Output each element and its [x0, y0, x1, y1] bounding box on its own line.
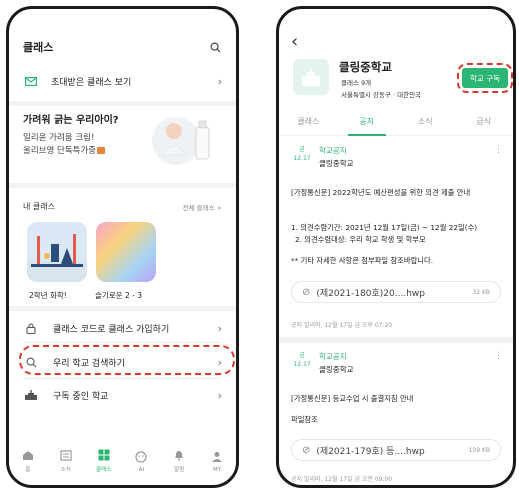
search-icon[interactable] [208, 40, 222, 54]
gift-icon [97, 147, 106, 154]
more-options-icon[interactable]: ⋮ [494, 145, 503, 155]
grid-icon [97, 448, 111, 462]
banner-image [152, 111, 214, 167]
class-card-seulgi[interactable] [96, 222, 156, 282]
subscribe-button[interactable]: 학교 구독 [462, 68, 508, 88]
post-note: ** 기타 자세한 사항은 첨부파일 참조바랍니다. [291, 256, 434, 265]
attachment-file[interactable]: ⊘ (제2021-179호) 등....hwp 109 KB [291, 439, 501, 461]
chevron-right-icon: › [217, 321, 222, 335]
highlight-search-school [19, 345, 235, 375]
divider [23, 342, 222, 343]
file-name: (제2021-180호)20....hwp [316, 288, 425, 299]
paperclip-icon: ⊘ [302, 286, 311, 298]
home-icon [21, 448, 35, 462]
school-building-icon [302, 68, 320, 86]
tab-home[interactable]: 홈 [14, 448, 42, 473]
section-separator [9, 306, 236, 311]
my-classes-header: 내 클래스 전체 클래스 > [23, 201, 222, 212]
tab-class[interactable]: 클래스 [90, 448, 118, 473]
post-header: 금 12.17 학교공지 클링중학교 [291, 351, 354, 375]
lock-icon [23, 322, 39, 334]
class-card-label: 2학년 화학! [29, 291, 67, 300]
subscribed-schools-label: 구독 중인 학교 [53, 391, 109, 402]
left-phone-frame: 클래스 초대받은 클래스 보기 › 가려워 긁는 우리아이? 일리윤 가려움 크… [6, 6, 239, 488]
post-date: 금 12.17 [293, 352, 311, 368]
file-size: 109 KB [468, 446, 490, 454]
divider [23, 378, 222, 379]
school-name: 클링중학교 [339, 60, 392, 74]
post-title: [가정통신문] 등교수업 시 출결지침 안내 [291, 394, 414, 403]
invited-classes-label: 초대받은 클래스 보기 [51, 77, 132, 88]
all-classes-link[interactable]: 전체 클래스 > [183, 202, 222, 212]
tab-ai[interactable]: AI [127, 450, 155, 473]
post-category: 학교공지 [319, 146, 347, 155]
my-classes-heading: 내 클래스 [23, 202, 55, 211]
file-size: 32 KB [472, 288, 490, 296]
join-by-code-row[interactable]: 클래스 코드로 클래스 가입하기 › [23, 317, 222, 339]
post-school: 클링중학교 [319, 365, 354, 374]
tab-news[interactable]: 소식 [52, 448, 80, 473]
tab-notice[interactable]: 공지 [342, 113, 392, 136]
section-separator [9, 183, 236, 188]
post-line: 1. 의견수렴기간: 2021년 12월 17일(금) ~ 12월 22일(수) [291, 223, 478, 232]
ai-icon [134, 450, 148, 464]
right-phone-frame: ‹ 클링중학교 클래스 9개 서울특별시 강동구 · 대한민국 학교 구독 클래… [276, 6, 516, 488]
bell-icon [172, 448, 186, 462]
school-tabs: 클래스 공지 소식 급식 [279, 113, 513, 136]
school-logo [293, 59, 329, 95]
school-address: 서울특별시 강동구 · 대한민국 [341, 91, 422, 99]
post-title: [가정통신문] 2022학년도 예산편성을 위한 의견 제출 안내 [291, 188, 471, 197]
tab-my[interactable]: MY [203, 450, 231, 473]
post-line: 파일참조 [291, 415, 318, 424]
mail-icon [23, 76, 39, 86]
chemistry-illustration [27, 234, 87, 282]
attachment-file[interactable]: ⊘ (제2021-180호)20....hwp 32 KB [291, 281, 501, 303]
chevron-right-icon: › [217, 388, 222, 402]
post-school: 클링중학교 [319, 159, 354, 168]
subscribed-schools-row[interactable]: 구독 중인 학교 › [23, 384, 222, 406]
post-category: 학교공지 [319, 352, 347, 361]
more-options-icon[interactable]: ⋮ [494, 351, 503, 361]
class-card-label: 슬기로운 2 - 3 [95, 291, 143, 300]
post-footer: 공지 알리미, 12월 17일 금 오후 07:20 [291, 322, 393, 329]
school-icon [23, 390, 39, 400]
tab-meals[interactable]: 급식 [459, 113, 509, 135]
post-header: 금 12.17 학교공지 클링중학교 [291, 145, 354, 169]
join-by-code-label: 클래스 코드로 클래스 가입하기 [53, 324, 170, 335]
post-separator [279, 337, 513, 343]
post-footer: 공지 알리미, 12월 17일 금 오전 09:00 [291, 476, 393, 483]
chevron-right-icon: › [217, 74, 222, 88]
tab-classes[interactable]: 클래스 [283, 113, 333, 135]
back-chevron-icon[interactable]: ‹ [291, 31, 298, 52]
class-header: 클래스 [23, 37, 222, 57]
post-date: 금 12.17 [293, 146, 311, 162]
section-separator [9, 101, 236, 106]
school-class-count: 클래스 9개 [341, 79, 372, 87]
bottom-tab-bar: 홈 소식 클래스 AI 알림 MY [9, 439, 236, 473]
ad-banner[interactable]: 가려워 긁는 우리아이? 일리윤 가려움 크림! 올리브영 단독특가중 [23, 111, 222, 173]
paperclip-icon: ⊘ [302, 444, 311, 456]
post-line: 2. 의견수렴대상: 우리 학교 학생 및 학부모 [295, 235, 426, 244]
person-icon [210, 450, 224, 464]
page-title: 클래스 [23, 41, 54, 54]
tab-news[interactable]: 소식 [400, 113, 450, 135]
class-card-chemistry[interactable] [27, 222, 87, 282]
invited-classes-row[interactable]: 초대받은 클래스 보기 › [23, 71, 222, 91]
tab-notifications[interactable]: 알림 [165, 448, 193, 473]
news-icon [59, 448, 73, 462]
file-name: (제2021-179호) 등....hwp [316, 446, 425, 457]
